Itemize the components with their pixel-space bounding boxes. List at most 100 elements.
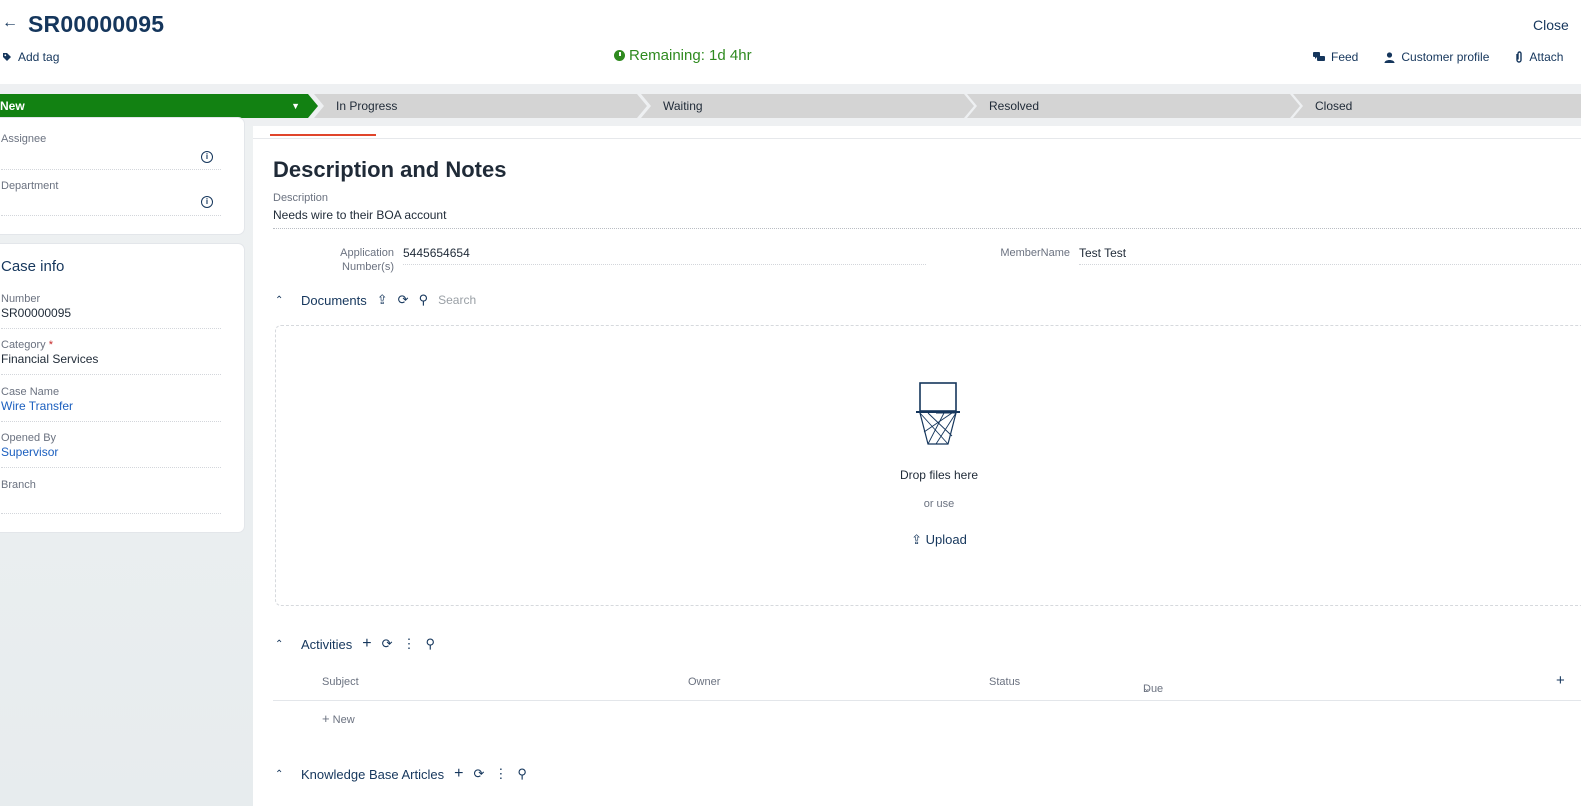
member-name-value: Test Test xyxy=(1079,246,1581,265)
chevron-down-icon[interactable]: ▼ xyxy=(291,94,300,118)
number-value: SR00000095 xyxy=(1,306,72,320)
category-field[interactable]: Category * Financial Services xyxy=(1,339,221,375)
plus-icon: + xyxy=(322,711,330,726)
attach-button[interactable]: Attach xyxy=(1515,50,1577,64)
customer-profile-label: Customer profile xyxy=(1401,50,1490,64)
drop-files-title: Drop files here xyxy=(899,468,979,482)
back-arrow-icon[interactable]: ← xyxy=(2,14,18,32)
stage-in-progress[interactable]: In Progress xyxy=(314,94,647,118)
collapse-icon[interactable]: ⌃ xyxy=(275,295,301,306)
case-name-label: Case Name xyxy=(1,386,60,398)
upload-icon: ⇪ xyxy=(911,532,923,547)
add-column-icon[interactable]: + xyxy=(1556,672,1565,689)
active-tab-indicator xyxy=(270,134,376,136)
branch-value xyxy=(1,494,221,510)
info-icon[interactable]: i xyxy=(201,151,213,163)
assignee-label: Assignee xyxy=(1,133,47,145)
branch-label: Branch xyxy=(1,479,36,491)
paperclip-icon xyxy=(1516,51,1523,63)
column-status[interactable]: Status xyxy=(989,676,1020,688)
info-icon[interactable]: i xyxy=(201,196,213,208)
tag-icon xyxy=(3,53,11,61)
stage-new[interactable]: New ▼ xyxy=(0,94,318,118)
documents-header: ⌃ Documents ⇪ ⟳ ⚲ Search xyxy=(275,292,476,308)
department-label: Department xyxy=(1,180,59,192)
file-dropzone[interactable]: Drop files here or use ⇪ Upload xyxy=(275,325,1581,606)
main-content: Description and Notes Description Needs … xyxy=(253,126,1581,806)
drop-or-text: or use xyxy=(923,498,955,510)
member-name-label: MemberName xyxy=(1000,247,1070,259)
upload-label: Upload xyxy=(925,532,967,547)
header-actions: Feed Customer profile Attach xyxy=(1313,50,1577,64)
application-number-field[interactable]: Application Number(s) 5445654654 xyxy=(309,246,926,274)
search-icon[interactable]: ⚲ xyxy=(426,636,436,652)
remaining-time: Remaining: 1d 4hr xyxy=(614,47,752,64)
upload-icon[interactable]: ⇪ xyxy=(377,292,388,308)
case-info-panel: Case info Number SR00000095 Category * F… xyxy=(0,244,244,532)
assignee-value xyxy=(1,148,221,164)
application-number-value: 5445654654 xyxy=(403,246,926,265)
refresh-icon[interactable]: ⟳ xyxy=(382,636,393,652)
collapse-icon[interactable]: ⌃ xyxy=(275,769,301,780)
branch-field[interactable]: Branch xyxy=(1,479,221,514)
opened-by-label: Opened By xyxy=(1,432,57,444)
case-header: ← SR00000095 Close Add tag Remaining: 1d… xyxy=(0,0,1581,84)
new-activity-label: New xyxy=(332,714,355,726)
feed-icon xyxy=(1313,51,1325,61)
assignment-panel: Assignee i Department i xyxy=(0,118,244,234)
column-subject[interactable]: Subject xyxy=(322,676,359,688)
feed-button[interactable]: Feed xyxy=(1313,50,1358,64)
activities-header: ⌃ Activities + ⟳ ⋮ ⚲ xyxy=(275,635,445,653)
collapse-icon[interactable]: ⌃ xyxy=(275,639,301,650)
number-label: Number xyxy=(1,293,41,305)
documents-title: Documents xyxy=(301,292,367,308)
case-name-link[interactable]: Wire Transfer xyxy=(1,399,221,415)
stage-resolved[interactable]: Resolved xyxy=(967,94,1300,118)
documents-search-input[interactable]: Search xyxy=(438,293,476,307)
stage-resolved-label: Resolved xyxy=(989,99,1040,113)
opened-by-link[interactable]: Supervisor xyxy=(1,445,221,461)
new-activity-button[interactable]: + New xyxy=(322,711,355,726)
stage-waiting[interactable]: Waiting xyxy=(641,94,974,118)
category-value: Financial Services xyxy=(1,352,99,366)
add-icon[interactable]: + xyxy=(362,635,371,653)
clock-icon xyxy=(614,50,625,61)
member-name-field[interactable]: MemberName Test Test xyxy=(984,246,1581,265)
refresh-icon[interactable]: ⟳ xyxy=(398,292,409,308)
close-button[interactable]: Close xyxy=(1533,17,1581,33)
knowledge-base-header: ⌃ Knowledge Base Articles + ⟳ ⋮ ⚲ xyxy=(275,765,537,783)
add-tag-label: Add tag xyxy=(18,50,60,64)
description-label: Description xyxy=(273,192,329,204)
search-icon[interactable]: ⚲ xyxy=(419,292,429,308)
search-icon[interactable]: ⚲ xyxy=(517,766,527,782)
case-name-field[interactable]: Case Name Wire Transfer xyxy=(1,386,221,422)
stage-new-label: New xyxy=(0,99,25,113)
application-number-label: Application Number(s) xyxy=(340,247,394,273)
attach-label: Attach xyxy=(1529,50,1564,64)
tab-divider xyxy=(253,138,1581,139)
add-icon[interactable]: + xyxy=(454,765,463,783)
assignee-field[interactable]: Assignee i xyxy=(1,133,221,170)
stage-closed[interactable]: Closed xyxy=(1293,94,1581,118)
remaining-label: Remaining: 1d 4hr xyxy=(629,47,752,64)
chevron-down-icon: ⌄ xyxy=(1143,683,1151,693)
department-field[interactable]: Department i xyxy=(1,180,221,216)
person-icon xyxy=(1384,51,1395,63)
knowledge-base-title: Knowledge Base Articles xyxy=(301,766,445,782)
customer-profile-button[interactable]: Customer profile xyxy=(1384,50,1489,64)
column-owner[interactable]: Owner xyxy=(688,676,720,688)
activities-grid-header: Subject Owner Status Due ⌄ + xyxy=(273,669,1581,701)
activities-title: Activities xyxy=(301,636,353,652)
number-field: Number SR00000095 xyxy=(1,293,221,329)
page-title: SR00000095 xyxy=(28,11,165,37)
more-vertical-icon[interactable]: ⋮ xyxy=(494,766,507,782)
description-field[interactable]: Needs wire to their BOA account xyxy=(273,208,1581,229)
department-value xyxy=(1,195,221,211)
refresh-icon[interactable]: ⟳ xyxy=(473,766,484,782)
add-tag-button[interactable]: Add tag xyxy=(2,50,59,64)
more-vertical-icon[interactable]: ⋮ xyxy=(403,636,416,652)
opened-by-field: Opened By Supervisor xyxy=(1,432,221,468)
upload-button[interactable]: ⇪ Upload xyxy=(276,532,1581,548)
basket-icon xyxy=(916,382,960,445)
section-title: Description and Notes xyxy=(273,157,507,182)
